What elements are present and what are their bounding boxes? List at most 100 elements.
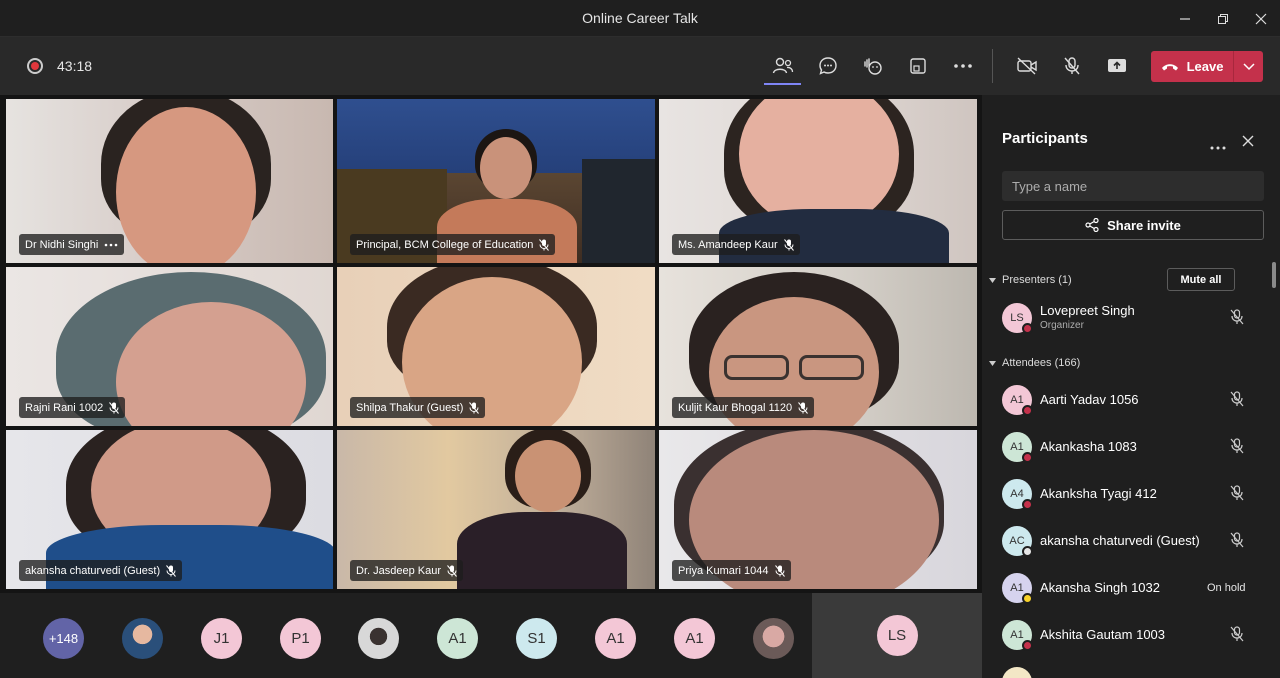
rooms-button[interactable] xyxy=(895,47,940,85)
status-badge xyxy=(1022,640,1033,651)
participant-row[interactable]: A1 Akansha Singh 1032 On hold xyxy=(1002,568,1264,608)
mic-off-icon xyxy=(1230,309,1244,325)
participant-name: Akanksha Tyagi 412 xyxy=(1040,486,1157,501)
video-tile[interactable]: Dr. Jasdeep Kaur xyxy=(337,430,655,589)
status-badge xyxy=(1022,499,1033,510)
camera-off-icon xyxy=(1016,57,1037,75)
presenters-section-toggle[interactable]: Presenters (1) xyxy=(989,274,1072,286)
status-badge xyxy=(1022,593,1033,604)
title-bar: Online Career Talk xyxy=(0,0,1280,37)
chat-button[interactable] xyxy=(805,47,850,85)
leave-button[interactable]: Leave xyxy=(1151,51,1263,82)
participant-row[interactable]: A1 Akankasha 1083 xyxy=(1002,427,1264,467)
avatar[interactable]: A1 xyxy=(595,618,636,659)
on-hold-status: On hold xyxy=(1207,582,1246,594)
video-tile[interactable]: Kuljit Kaur Bhogal 1120 xyxy=(659,267,977,426)
close-window-icon[interactable] xyxy=(1242,0,1280,37)
participant-row-partial[interactable] xyxy=(1002,662,1264,678)
more-icon xyxy=(105,243,118,246)
mic-off-icon xyxy=(166,564,177,577)
participant-row[interactable]: A4 Akanksha Tyagi 412 xyxy=(1002,474,1264,514)
avatar[interactable]: P1 xyxy=(280,618,321,659)
participant-name-tag: Dr. Jasdeep Kaur xyxy=(350,560,463,581)
participant-name-tag: Principal, BCM College of Education xyxy=(350,234,556,255)
breakout-rooms-icon xyxy=(909,58,926,74)
mic-button[interactable] xyxy=(1049,47,1094,85)
participant-role: Organizer xyxy=(1040,320,1084,331)
leave-label: Leave xyxy=(1186,59,1224,74)
maximize-icon[interactable] xyxy=(1204,0,1242,37)
video-tile[interactable]: Ms. Amandeep Kaur xyxy=(659,99,977,263)
caret-down-icon xyxy=(989,277,996,283)
panel-scrollbar[interactable] xyxy=(1272,262,1276,288)
video-tile[interactable]: Shilpa Thakur (Guest) xyxy=(337,267,655,426)
avatar[interactable] xyxy=(358,618,399,659)
participant-name-tag: akansha chaturvedi (Guest) xyxy=(19,560,183,581)
mic-off-icon xyxy=(1230,485,1244,501)
participant-row[interactable]: A1 Akshita Gautam 1003 xyxy=(1002,615,1264,655)
camera-button[interactable] xyxy=(1004,47,1049,85)
avatar[interactable] xyxy=(122,618,163,659)
hang-up-icon xyxy=(1161,63,1178,70)
attendees-section-toggle[interactable]: Attendees (166) xyxy=(989,357,1080,369)
chevron-down-icon xyxy=(1242,62,1255,70)
participants-panel: Participants Share invite Presenters (1)… xyxy=(982,95,1280,678)
mic-off-icon xyxy=(774,564,785,577)
mute-all-button[interactable]: Mute all xyxy=(1167,268,1235,291)
share-screen-icon xyxy=(1107,59,1126,72)
avatar[interactable]: J1 xyxy=(201,618,242,659)
close-icon xyxy=(1242,135,1254,147)
caret-down-icon xyxy=(989,360,996,366)
participants-button[interactable] xyxy=(760,47,805,85)
self-video-tile[interactable]: LS xyxy=(812,593,982,678)
toolbar-divider xyxy=(992,49,993,83)
mic-off-icon xyxy=(1230,532,1244,548)
share-invite-button[interactable]: Share invite xyxy=(1002,210,1264,240)
participant-row[interactable]: LS Lovepreet Singh Organizer xyxy=(1002,298,1264,338)
panel-more-button[interactable] xyxy=(1210,137,1226,155)
participant-row[interactable]: AC akansha chaturvedi (Guest) xyxy=(1002,521,1264,561)
minimize-icon[interactable] xyxy=(1166,0,1204,37)
avatar[interactable]: S1 xyxy=(516,618,557,659)
status-badge xyxy=(1022,546,1033,557)
participant-name-tag: Priya Kumari 1044 xyxy=(672,560,791,581)
mic-off-icon xyxy=(1063,57,1080,75)
video-tile[interactable]: Rajni Rani 1002 xyxy=(6,267,333,426)
close-panel-button[interactable] xyxy=(1242,134,1254,152)
mic-off-icon xyxy=(469,401,480,414)
status-badge xyxy=(1022,452,1033,463)
participant-name-tag: Rajni Rani 1002 xyxy=(19,397,126,418)
mic-off-icon xyxy=(783,238,794,251)
participant-search-input[interactable] xyxy=(1002,171,1264,201)
participant-name: Aarti Yadav 1056 xyxy=(1040,392,1139,407)
reactions-button[interactable] xyxy=(850,47,895,85)
status-badge xyxy=(1022,323,1033,334)
chat-icon xyxy=(818,57,837,75)
participant-name-tag: Dr Nidhi Singhi xyxy=(19,234,125,255)
participant-row[interactable]: A1 Aarti Yadav 1056 xyxy=(1002,380,1264,420)
more-actions-button[interactable] xyxy=(940,47,985,85)
leave-main[interactable]: Leave xyxy=(1151,59,1233,74)
more-participants-button[interactable]: +148 xyxy=(43,618,84,659)
participant-name: akansha chaturvedi (Guest) xyxy=(1040,533,1200,548)
participant-name-tag: Shilpa Thakur (Guest) xyxy=(350,397,486,418)
people-icon xyxy=(772,57,793,74)
participant-name: Akshita Gautam 1003 xyxy=(1040,627,1166,642)
leave-options-button[interactable] xyxy=(1233,51,1263,82)
mic-off-icon xyxy=(1230,391,1244,407)
participant-name: Akansha Singh 1032 xyxy=(1040,580,1160,595)
recording-icon xyxy=(27,58,43,74)
self-avatar: LS xyxy=(876,615,918,656)
participant-name: Lovepreet Singh xyxy=(1040,303,1135,318)
share-screen-button[interactable] xyxy=(1094,47,1139,85)
mic-off-icon xyxy=(798,401,809,414)
video-tile[interactable]: Dr Nidhi Singhi xyxy=(6,99,333,263)
video-tile[interactable]: Principal, BCM College of Education xyxy=(337,99,655,263)
video-tile[interactable]: akansha chaturvedi (Guest) xyxy=(6,430,333,589)
avatar[interactable]: A1 xyxy=(437,618,478,659)
video-tile[interactable]: Priya Kumari 1044 xyxy=(659,430,977,589)
meeting-timer: 43:18 xyxy=(57,58,93,74)
avatar[interactable] xyxy=(753,618,794,659)
avatar[interactable]: A1 xyxy=(674,618,715,659)
more-icon xyxy=(1210,146,1226,150)
